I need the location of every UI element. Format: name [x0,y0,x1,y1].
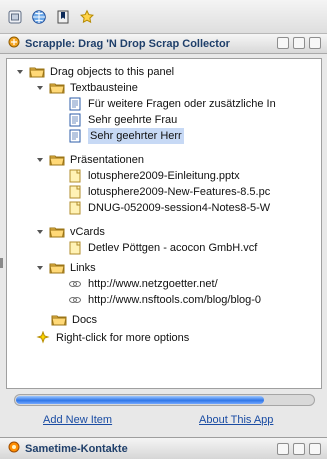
panel-header: Scrapple: Drag 'N Drop Scrap Collector [0,34,327,54]
tree-folder-label: Textbausteine [70,82,138,94]
bookmark-icon[interactable] [54,8,72,26]
tree-folder-row[interactable]: Textbausteine [35,80,138,96]
tree-item-row[interactable]: http://www.nsftools.com/blog/blog-0 [67,292,261,308]
side-handle[interactable] [0,258,3,268]
globe-icon[interactable] [30,8,48,26]
restore-icon[interactable] [277,443,289,455]
folder-open-icon [49,225,65,239]
context-hint-row: Right-click for more options [35,330,189,346]
tree-item-label: http://www.nsftools.com/blog/blog-0 [88,294,262,306]
folder-open-icon [49,261,65,275]
top-toolbar [0,0,327,34]
folder-open-icon [51,313,67,327]
tree-item-row[interactable]: lotusphere2009-Einleitung.pptx [67,168,240,184]
star-icon[interactable] [78,8,96,26]
tree-item-row[interactable]: Detlev Pöttgen - acocon GmbH.vcf [67,240,257,256]
file-icon [67,185,83,199]
window-icon[interactable] [293,443,305,455]
file-icon [67,201,83,215]
tree-item-row[interactable]: http://www.netzgoetter.net/ [67,276,218,292]
tree-item-row[interactable]: lotusphere2009-New-Features-8.5.pc [67,184,270,200]
action-links: Add New Item About This App [0,412,327,430]
folder-open-icon [49,81,65,95]
file-icon [67,241,83,255]
about-this-app-link[interactable]: About This App [199,414,273,426]
minimize-icon[interactable] [309,37,321,49]
panel-actions [277,37,321,49]
tree-item-label: lotusphere2009-New-Features-8.5.pc [88,186,271,198]
sametime-icon [8,441,20,456]
chevron-down-icon[interactable] [35,227,45,237]
chevron-down-icon[interactable] [15,67,25,77]
folder-open-icon [49,153,65,167]
tree-folder-label: Links [70,262,96,274]
document-icon [67,129,83,143]
tree-folder-label: vCards [70,226,105,238]
footer-title: Sametime-Kontakte [25,442,128,455]
scrollbar-thumb[interactable] [16,396,264,404]
link-icon [67,277,83,291]
tree-item-label: DNUG-052009-session4-Notes8-5-W [88,202,271,214]
add-new-item-link[interactable]: Add New Item [43,414,112,426]
tree-folder-row[interactable]: Präsentationen [35,152,144,168]
tree-item-label: Für weitere Fragen oder zusätzliche In [88,98,276,110]
panel-title: Scrapple: Drag 'N Drop Scrap Collector [25,37,230,50]
footer-actions [277,443,321,455]
mail-icon[interactable] [6,8,24,26]
tree-item-row[interactable]: Für weitere Fragen oder zusätzliche In [67,96,276,112]
tree-item-row[interactable]: Sehr geehrte Frau [67,112,177,128]
tree-item-label: http://www.netzgoetter.net/ [88,278,218,290]
tree-root-row[interactable]: Drag objects to this panel [15,64,174,80]
tree-item-label: Detlev Pöttgen - acocon GmbH.vcf [88,242,258,254]
file-icon [67,169,83,183]
tree-item-label: Sehr geehrter Herr [88,128,184,144]
tree-folder-row[interactable]: vCards [35,224,105,240]
chevron-down-icon[interactable] [35,155,45,165]
scrap-tree: Drag objects to this panel Textbausteine… [6,58,322,389]
tree-folder-label: Präsentationen [70,154,144,166]
tree-item-label: Sehr geehrte Frau [88,114,178,126]
bottom-panel-header: Sametime-Kontakte [0,437,327,459]
scrapple-app-icon [8,36,20,51]
chevron-down-icon[interactable] [35,83,45,93]
horizontal-scrollbar[interactable] [14,394,315,406]
chevron-down-icon[interactable] [35,263,45,273]
tree-folder-row[interactable]: Links [35,260,96,276]
link-icon [67,293,83,307]
restore-icon[interactable] [277,37,289,49]
document-icon [67,97,83,111]
document-icon [67,113,83,127]
tree-folder-row[interactable]: Docs [51,312,97,328]
tree-item-row[interactable]: DNUG-052009-session4-Notes8-5-W [67,200,270,216]
tree-item-label: lotusphere2009-Einleitung.pptx [88,170,240,182]
sparkle-icon [35,331,51,345]
minimize-icon[interactable] [309,443,321,455]
folder-open-icon [29,65,45,79]
context-hint-label: Right-click for more options [56,332,190,344]
tree-root-label: Drag objects to this panel [50,66,175,78]
tree-folder-label: Docs [72,314,98,326]
window-icon[interactable] [293,37,305,49]
tree-item-row-selected[interactable]: Sehr geehrter Herr [67,128,184,144]
